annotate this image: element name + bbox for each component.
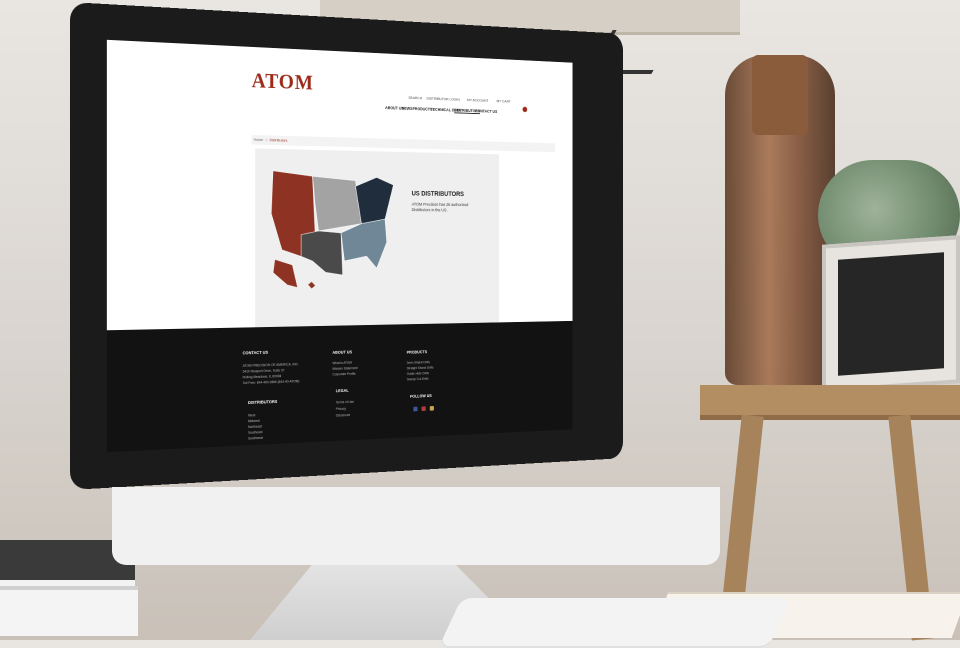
- footer-legal-link[interactable]: Disclosure: [336, 413, 350, 417]
- region-southeast: [341, 219, 387, 269]
- region-midwest: [313, 176, 362, 231]
- footer-distributors-link[interactable]: West: [248, 413, 255, 417]
- picture-frame: [822, 235, 960, 393]
- region-northeast: [356, 177, 394, 224]
- footer-distributors-link[interactable]: Southeast: [248, 430, 262, 434]
- footer-about-link[interactable]: Mission Statement: [332, 366, 357, 371]
- footer-distributors-link[interactable]: Northeast: [248, 425, 262, 429]
- google-plus-icon[interactable]: [422, 406, 426, 411]
- footer-legal-link[interactable]: Terms of Use: [336, 400, 354, 404]
- screen: ATOM SEARCH DISTRIBUTOR LOGIN MY ACCOUNT…: [107, 40, 573, 452]
- footer-contact-line[interactable]: Toll Free: 844-400-2866 (844-40-ATOM): [243, 379, 300, 385]
- monitor-chin: [112, 487, 720, 565]
- bottle-neck: [752, 55, 808, 135]
- site-header: ATOM SEARCH DISTRIBUTOR LOGIN MY ACCOUNT…: [107, 40, 573, 118]
- footer-contact-line: Rolling Meadows, IL 60008: [243, 374, 282, 379]
- footer-about-link[interactable]: What is ATOM: [332, 361, 352, 365]
- region-southwest: [301, 231, 343, 275]
- region-alaska: [273, 259, 298, 288]
- us-distributor-map[interactable]: [264, 166, 410, 304]
- footer-about-heading: ABOUT US: [332, 350, 352, 355]
- cart-icon[interactable]: [523, 107, 528, 113]
- book: [0, 586, 138, 636]
- util-distributor-login[interactable]: DISTRIBUTOR LOGIN: [427, 96, 460, 102]
- footer-follow-heading: FOLLOW US: [410, 393, 432, 398]
- footer-legal-link[interactable]: Privacy: [336, 407, 346, 411]
- frame-picture: [838, 252, 944, 375]
- footer-products-link[interactable]: Sweep Cut Drills: [407, 377, 429, 381]
- facebook-icon[interactable]: [413, 407, 417, 412]
- atom-logo[interactable]: ATOM: [252, 68, 314, 95]
- footer-distributors-link[interactable]: Southwest: [248, 436, 263, 441]
- keyboard: [438, 598, 791, 648]
- distributors-text: ATOM Precision has 26 authorized Distrib…: [412, 202, 474, 214]
- region-hawaii: [308, 282, 315, 289]
- footer-products-heading: PRODUCTS: [407, 349, 427, 354]
- breadcrumb-current: Distributors: [269, 137, 287, 142]
- footer-contact-line: 5410 Newport Drive, Suite 37: [243, 368, 285, 373]
- nav-news[interactable]: NEWS: [402, 106, 413, 111]
- footer-distributors-heading: DISTRIBUTORS: [248, 399, 277, 405]
- footer-about-link[interactable]: Corporate Profile: [332, 372, 355, 376]
- footer-products-link[interactable]: 3mm Shank Drills: [407, 360, 430, 364]
- footer-products-link[interactable]: Straight Shank Drills: [407, 366, 434, 371]
- footer-contact-line: ATOM PRECISION OF AMERICA, INC.: [243, 362, 299, 367]
- desktop-monitor: ATOM SEARCH DISTRIBUTOR LOGIN MY ACCOUNT…: [70, 2, 720, 562]
- footer-products-link[interactable]: Guide Hole Drills: [407, 371, 429, 375]
- footer-legal-heading: LEGAL: [336, 388, 349, 393]
- util-my-account[interactable]: MY ACCOUNT: [467, 97, 488, 102]
- breadcrumb-home[interactable]: Home: [254, 137, 264, 142]
- nav-products[interactable]: PRODUCTS: [413, 106, 433, 111]
- util-search[interactable]: SEARCH: [408, 95, 422, 100]
- util-my-cart[interactable]: MY CART: [497, 99, 511, 104]
- monitor-bezel: ATOM SEARCH DISTRIBUTOR LOGIN MY ACCOUNT…: [70, 2, 623, 490]
- footer-contact-heading: CONTACT US: [243, 350, 268, 355]
- email-icon[interactable]: [430, 406, 434, 411]
- site-footer: CONTACT US ATOM PRECISION OF AMERICA, IN…: [107, 321, 573, 452]
- distributors-title: US DISTRIBUTORS: [412, 191, 464, 198]
- wooden-side-table: [700, 385, 960, 420]
- nav-contact-us[interactable]: CONTACT US: [475, 109, 497, 114]
- footer-distributors-link[interactable]: Midwest: [248, 419, 260, 423]
